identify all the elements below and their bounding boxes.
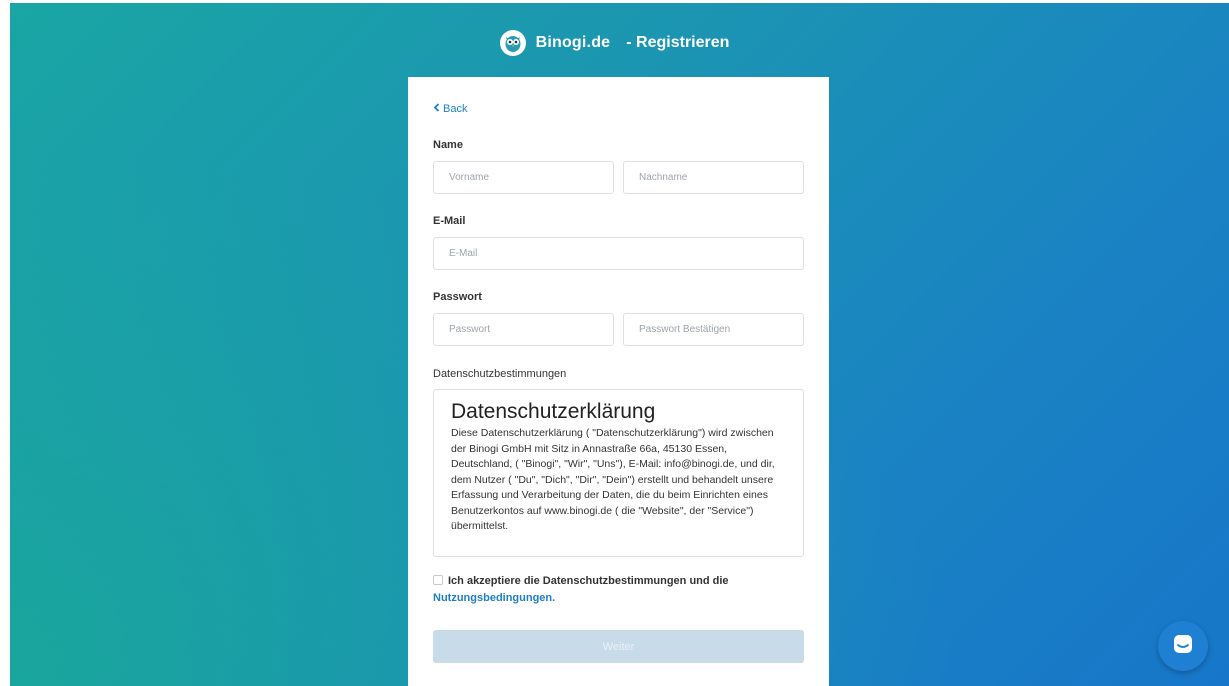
last-name-field[interactable]: Nachname [623, 161, 804, 194]
email-field[interactable]: E-Mail [433, 237, 804, 270]
back-label: Back [443, 103, 468, 115]
password-label: Passwort [433, 291, 482, 303]
privacy-policy-box[interactable]: Datenschutzerklärung Diese Datenschutzer… [433, 389, 804, 557]
chat-icon [1172, 633, 1194, 660]
owl-logo-icon [499, 30, 526, 56]
first-name-placeholder: Vorname [449, 172, 490, 183]
consent-row: Ich akzeptiere die Datenschutzbestimmung… [433, 573, 804, 607]
privacy-label: Datenschutzbestimmungen [433, 368, 567, 380]
consent-text: Ich akzeptiere die Datenschutzbestimmung… [448, 575, 729, 587]
header: Binogi.de - Registrieren [0, 26, 1229, 60]
privacy-text: Diese Datenschutzerklärung ( "Datenschut… [451, 427, 775, 532]
back-link[interactable]: Back [433, 103, 467, 115]
chat-button[interactable] [1158, 621, 1208, 671]
submit-button[interactable]: Weiter [433, 630, 804, 663]
consent-checkbox[interactable] [433, 575, 443, 585]
chevron-left-icon [433, 103, 440, 115]
first-name-field[interactable]: Vorname [433, 161, 614, 194]
terms-link[interactable]: Nutzungsbedingungen. [433, 592, 555, 604]
password-placeholder: Passwort [449, 324, 491, 335]
password-field[interactable]: Passwort [433, 313, 614, 346]
privacy-title: Datenschutzerklärung [451, 400, 656, 423]
email-label: E-Mail [433, 215, 466, 227]
email-placeholder: E-Mail [449, 248, 478, 259]
page-title: - Registrieren [626, 34, 730, 51]
registration-card: Back Name Vorname Nachname E-Mail E-Mail… [408, 77, 829, 686]
brand-name: Binogi.de [535, 34, 611, 51]
last-name-placeholder: Nachname [639, 172, 688, 183]
password-confirm-placeholder: Passwort Bestätigen [639, 324, 731, 335]
name-label: Name [433, 139, 463, 151]
password-confirm-field[interactable]: Passwort Bestätigen [623, 313, 804, 346]
